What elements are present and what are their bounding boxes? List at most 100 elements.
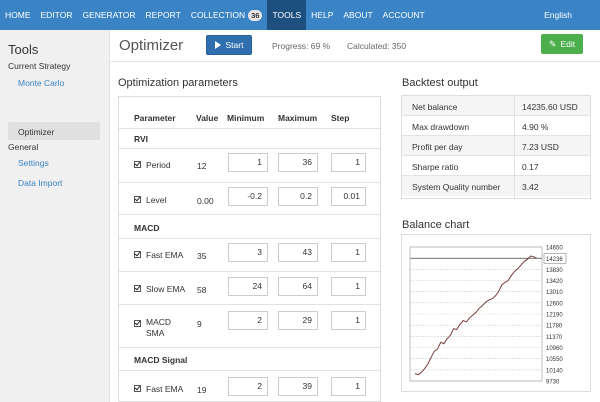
min-input[interactable]: 24 (228, 277, 268, 296)
divider (119, 148, 380, 149)
param-label: Level (146, 195, 167, 205)
calculated-text: Calculated: 350 (347, 41, 407, 51)
table-row: System Quality number 3.42 (402, 176, 590, 196)
checkbox-macd-slow-ema[interactable] (134, 285, 141, 292)
nav-about[interactable]: ABOUT (338, 0, 377, 30)
nav-editor[interactable]: EDITOR (36, 0, 78, 30)
min-input[interactable]: -0.2 (228, 187, 268, 206)
sidebar-item-optimizer-label: Optimizer (18, 127, 55, 137)
y-tick-label: 10550 (546, 357, 563, 363)
step-input[interactable]: 1 (331, 311, 366, 330)
min-input[interactable]: 2 (228, 311, 268, 330)
y-tick-label: 10960 (546, 346, 563, 352)
col-header-parameter: Parameter (134, 113, 176, 123)
max-input[interactable]: 64 (278, 277, 318, 296)
param-value: 9 (197, 319, 202, 329)
param-label: Period (146, 160, 171, 170)
step-input[interactable]: 1 (331, 243, 366, 262)
param-label: MACD SMA (146, 317, 172, 338)
param-value: 58 (197, 285, 207, 295)
metric-label: Profit per day (412, 142, 463, 152)
nav-tools[interactable]: TOOLS (267, 0, 307, 30)
checkbox-rvi-period[interactable] (134, 161, 141, 168)
sidebar-group-current-strategy: Current Strategy (8, 61, 71, 71)
sidebar-item-monte-carlo[interactable]: Monte Carlo (18, 78, 64, 88)
col-header-minimum: Minimum (227, 113, 265, 123)
nav-collection-label: COLLECTION (190, 10, 246, 20)
max-input[interactable]: 39 (278, 377, 318, 396)
y-tick-label: 10140 (546, 368, 563, 374)
table-row: Sharpe ratio 0.17 (402, 156, 590, 176)
divider (119, 304, 380, 305)
divider (119, 214, 380, 215)
col-header-step: Step (331, 113, 350, 123)
col-header-maximum: Maximum (278, 113, 318, 123)
checkbox-macd-sma[interactable] (134, 320, 141, 327)
checkbox-macd-fast-ema[interactable] (134, 251, 141, 258)
max-input[interactable]: 43 (278, 243, 318, 262)
divider (119, 347, 380, 348)
metric-value: 0.17 (522, 162, 539, 172)
y-tick-label: 11780 (546, 324, 563, 330)
max-input[interactable]: 29 (278, 311, 318, 330)
param-value: 19 (197, 385, 207, 395)
optimization-params-title: Optimization parameters (118, 77, 238, 89)
group-name-macd: MACD (134, 223, 160, 233)
metric-value: 7.23 USD (522, 142, 559, 152)
sidebar-title: Tools (8, 42, 39, 57)
param-label: Fast EMA (146, 384, 184, 394)
play-icon (214, 41, 221, 49)
nav-report[interactable]: REPORT (141, 0, 186, 30)
sidebar-item-settings[interactable]: Settings (18, 158, 49, 168)
metric-label: Net balance (412, 102, 458, 112)
y-tick-label: 13010 (546, 290, 563, 296)
pencil-icon: ✎ (548, 38, 557, 49)
sidebar-item-data-import[interactable]: Data Import (18, 178, 62, 188)
nav-help[interactable]: HELP (306, 0, 338, 30)
balance-chart: 14650 14236 13830 13420 13010 12600 12190 11780… (401, 234, 591, 392)
nav-account[interactable]: ACCOUNT (378, 0, 430, 30)
balance-series-line (414, 255, 538, 376)
min-input[interactable]: 1 (228, 153, 268, 172)
nav-generator[interactable]: GENERATOR (77, 0, 140, 30)
param-label: Slow EMA (146, 284, 186, 294)
sidebar: Tools Current Strategy Monte Carlo Optim… (0, 30, 110, 402)
metric-label: Max drawdown (412, 122, 470, 132)
checkbox-signal-fast-ema[interactable] (134, 385, 141, 392)
backtest-output-table: Net balance 14235.60 USD Max drawdown 4.… (401, 95, 591, 199)
divider (119, 182, 380, 183)
step-input[interactable]: 1 (331, 277, 366, 296)
language-selector[interactable]: English (544, 0, 572, 30)
metric-label: System Quality number (412, 182, 501, 192)
start-button-label: Start (225, 40, 244, 50)
page-header: Optimizer Start Progress: 69 % Calculate… (110, 30, 600, 62)
min-input[interactable]: 2 (228, 377, 268, 396)
step-input[interactable]: 0.01 (331, 187, 366, 206)
y-tick-label: 11370 (546, 335, 563, 341)
table-row: Profit per day 7.23 USD (402, 136, 590, 156)
table-row: Max drawdown 4.90 % (402, 116, 590, 136)
progress-text: Progress: 69 % (272, 41, 331, 51)
nav-home[interactable]: HOME (0, 0, 36, 30)
y-tick-label: 12600 (546, 301, 563, 307)
y-tick-label: 14650 (546, 246, 563, 252)
start-button[interactable]: Start (206, 35, 252, 55)
step-input[interactable]: 1 (331, 153, 366, 172)
edit-button[interactable]: ✎ Edit (541, 34, 583, 54)
metric-label: Sharpe ratio (412, 162, 459, 172)
max-input[interactable]: 36 (278, 153, 318, 172)
step-input[interactable]: 1 (331, 377, 366, 396)
y-tick-label: 14236 (546, 257, 563, 263)
divider (119, 128, 380, 129)
y-tick-label: 12190 (546, 313, 563, 319)
min-input[interactable]: 3 (228, 243, 268, 262)
metric-value: 14235.60 USD (522, 102, 578, 112)
optimization-params-table: Parameter Value Minimum Maximum Step RVI… (118, 96, 381, 402)
group-name-rvi: RVI (134, 134, 149, 144)
divider (119, 370, 380, 371)
nav-collection[interactable]: COLLECTION 36 (186, 0, 268, 30)
checkbox-rvi-level[interactable] (134, 196, 141, 203)
table-row: Net balance 14235.60 USD (402, 96, 590, 116)
max-input[interactable]: 0.2 (278, 187, 318, 206)
balance-chart-title: Balance chart (402, 219, 470, 231)
